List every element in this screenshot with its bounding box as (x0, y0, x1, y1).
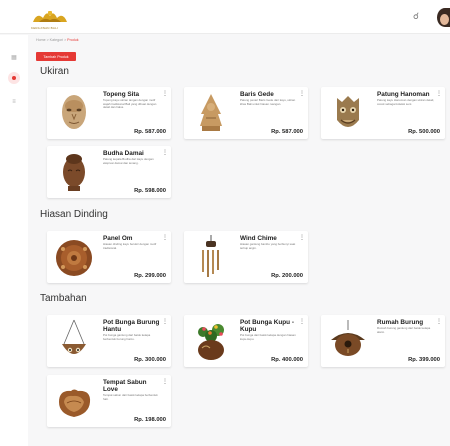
product-card[interactable]: Wind Chime Hiasan gantung bambu yang ber… (184, 231, 308, 283)
more-options-icon[interactable]: ⋮ (299, 91, 305, 97)
product-icon[interactable] (8, 72, 20, 84)
product-price: Rp. 299.000 (134, 273, 166, 279)
wall-panel-icon (51, 234, 97, 280)
top-bar: KERAJINAN BALI ☌ (0, 0, 450, 34)
product-description: Pot bunga gantung dari batok kelapa berb… (103, 334, 151, 341)
logo-subtitle: KERAJINAN BALI (31, 26, 58, 30)
more-options-icon[interactable]: ⋮ (299, 235, 305, 241)
product-card[interactable]: Baris Gede Patung penari Baris Gede dari… (184, 87, 308, 139)
bird-house-icon (325, 318, 371, 364)
product-card[interactable]: Topeng Sita Topeng kayu ukiran tangan de… (47, 87, 171, 139)
product-description: Tempat sabun dari batok kelapa berbentuk… (103, 394, 158, 401)
product-price: Rp. 399.000 (408, 357, 440, 363)
user-avatar[interactable] (437, 8, 450, 27)
flower-pot-icon (188, 318, 234, 364)
product-description: Hiasan gantung bambu yang berbunyi saat … (240, 243, 296, 250)
product-name: Pot Bunga Kupu - Kupu (240, 319, 294, 334)
product-price: Rp. 598.000 (134, 188, 166, 194)
product-card[interactable]: Rumah Burung Rumah burung gantung dari b… (321, 315, 445, 367)
product-price: Rp. 300.000 (134, 357, 166, 363)
breadcrumb-path[interactable]: Home > Kategori > (36, 38, 67, 42)
more-options-icon[interactable]: ⋮ (162, 91, 168, 97)
product-name: Patung Hanoman (377, 91, 430, 98)
hanging-pot-icon (51, 318, 97, 364)
soap-dish-icon (51, 378, 97, 424)
product-card[interactable]: Pot Bunga Burung Hantu Pot bunga gantung… (47, 315, 171, 367)
brand-logo[interactable] (31, 8, 69, 28)
breadcrumb: Home > Kategori > Produk (36, 38, 79, 42)
product-description: Rumah burung gantung dari batok kelapa a… (377, 327, 431, 334)
more-options-icon[interactable]: ⋮ (162, 235, 168, 241)
product-price: Rp. 200.000 (271, 273, 303, 279)
section-title-ukiran: Ukiran (40, 66, 69, 77)
buddha-head-icon (51, 149, 97, 195)
product-name: Rumah Burung (377, 319, 424, 326)
dancer-statue-icon (188, 90, 234, 136)
product-name: Tempat Sabun Love (103, 379, 147, 394)
product-card[interactable]: Budha Damai Patung kepala Budha dari kay… (47, 146, 171, 198)
product-name: Budha Damai (103, 150, 144, 157)
product-name: Topeng Sita (103, 91, 140, 98)
product-description: Patung penari Baris Gede dari kayu, ukir… (240, 99, 296, 106)
product-name: Baris Gede (240, 91, 274, 98)
product-name: Wind Chime (240, 235, 277, 242)
more-options-icon[interactable]: ⋮ (436, 91, 442, 97)
mask-icon (51, 90, 97, 136)
product-name: Panel Om (103, 235, 133, 242)
product-price: Rp. 587.000 (134, 129, 166, 135)
product-price: Rp. 400.000 (271, 357, 303, 363)
grid-icon[interactable]: ▦ (9, 52, 19, 62)
section-title-hiasan-dinding: Hiasan Dinding (40, 209, 108, 220)
product-card[interactable]: Panel Om Hiasan dinding kayu berukir den… (47, 231, 171, 283)
product-description: Pot bunga dari batok kelapa dengan hiasa… (240, 334, 296, 341)
more-options-icon[interactable]: ⋮ (299, 319, 305, 325)
more-options-icon[interactable]: ⋮ (162, 379, 168, 385)
product-price: Rp. 198.000 (134, 417, 166, 423)
more-options-icon[interactable]: ⋮ (436, 319, 442, 325)
breadcrumb-current: Produk (67, 38, 79, 42)
more-options-icon[interactable]: ⋮ (162, 150, 168, 156)
product-card[interactable]: Pot Bunga Kupu - Kupu Pot bunga dari bat… (184, 315, 308, 367)
product-description: Patung kayu Hanoman dengan ukiran detail… (377, 99, 435, 106)
bell-icon[interactable]: ☌ (413, 12, 419, 21)
wind-chime-icon (188, 234, 234, 280)
add-product-button[interactable]: Tambah Produk (36, 52, 76, 61)
product-description: Topeng kayu ukiran tangan dengan motif w… (103, 99, 157, 110)
product-card[interactable]: Tempat Sabun Love Tempat sabun dari bato… (47, 375, 171, 427)
product-description: Patung kepala Budha dari kayu dengan eks… (103, 158, 154, 165)
product-card[interactable]: Patung Hanoman Patung kayu Hanoman denga… (321, 87, 445, 139)
section-title-tambahan: Tambahan (40, 293, 87, 304)
hanoman-mask-icon (325, 90, 371, 136)
product-price: Rp. 587.000 (271, 129, 303, 135)
product-price: Rp. 500.000 (408, 129, 440, 135)
list-icon[interactable]: ≡ (9, 97, 19, 107)
product-description: Hiasan dinding kayu berukir dengan motif… (103, 243, 157, 250)
more-options-icon[interactable]: ⋮ (162, 319, 168, 325)
product-name: Pot Bunga Burung Hantu (103, 319, 160, 334)
sidebar: ▦ ≡ (0, 35, 28, 446)
